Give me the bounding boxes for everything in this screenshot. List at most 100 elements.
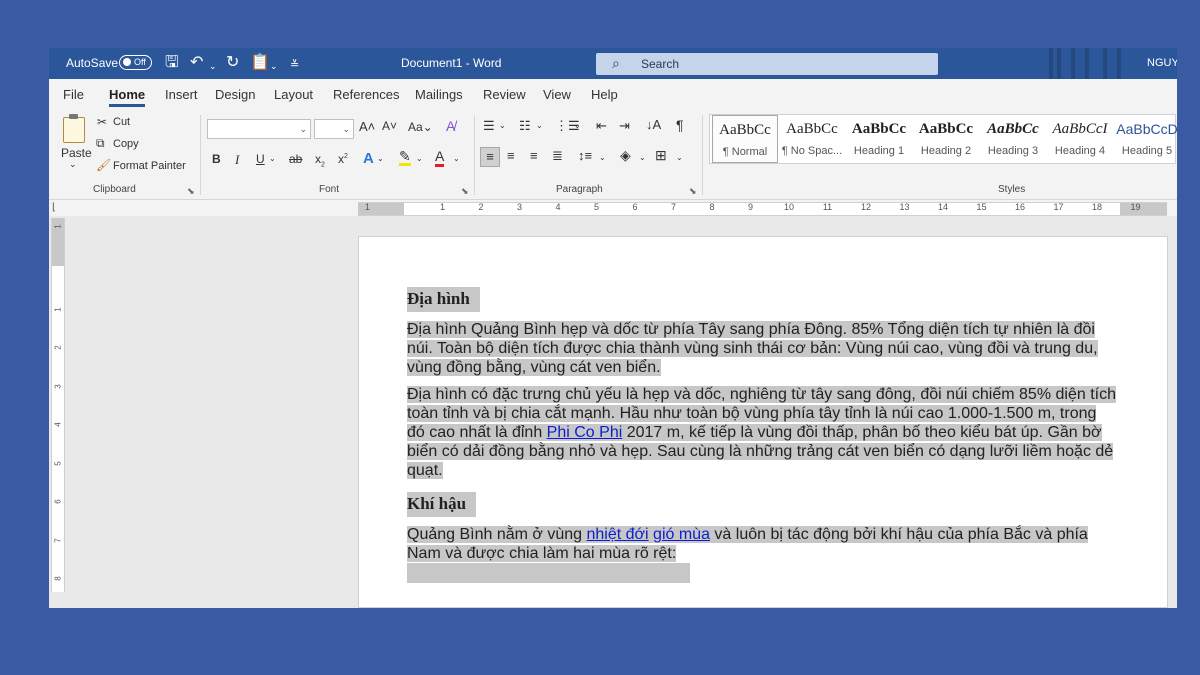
tab-insert[interactable]: Insert (165, 87, 198, 102)
clear-formatting-icon[interactable]: A̸ (446, 118, 455, 134)
heading-dia-hinh[interactable]: Địa hình (407, 287, 480, 312)
numbering-dropdown-icon[interactable]: ⌄ (536, 121, 543, 130)
paragraph-1[interactable]: Địa hình Quảng Bình hẹp và dốc từ phía T… (407, 321, 1098, 376)
paragraph-2[interactable]: Địa hình có đặc trưng chủ yếu là hẹp và … (407, 386, 1116, 479)
text-effects-icon[interactable]: A (363, 150, 374, 167)
copy-icon[interactable]: ⧉ (96, 136, 105, 151)
autosave-state: Off (134, 57, 146, 67)
clipboard-dropdown-icon[interactable]: ⌄ (270, 57, 278, 75)
tab-layout[interactable]: Layout (274, 87, 313, 102)
font-color-icon[interactable]: A (435, 149, 445, 167)
paste-icon[interactable] (63, 114, 85, 143)
superscript-icon[interactable]: x2 (338, 152, 348, 166)
line-spacing-icon[interactable]: ↕≡ (578, 148, 592, 163)
undo-dropdown-icon[interactable]: ⌄ (209, 57, 217, 75)
ruler-number: 1 (439, 202, 446, 212)
copy-button[interactable]: Copy (113, 138, 139, 150)
ruler-number: 16 (1014, 202, 1026, 212)
shading-icon[interactable]: ◈ (620, 147, 631, 164)
borders-icon[interactable]: ⊞ (655, 147, 667, 164)
tab-help[interactable]: Help (591, 87, 618, 102)
shading-dropdown-icon[interactable]: ⌄ (639, 153, 646, 162)
highlight-icon[interactable]: ✎ (399, 149, 411, 166)
underline-dropdown-icon[interactable]: ⌄ (269, 154, 276, 163)
font-size-combo[interactable]: ⌄ (314, 119, 354, 139)
link-gio-mua[interactable]: gió mùa (653, 526, 710, 543)
paste-dropdown-icon[interactable]: ⌄ (69, 159, 77, 170)
style-normal[interactable]: AaBbCc ¶ Normal (712, 115, 778, 163)
format-painter-button[interactable]: Format Painter (113, 160, 186, 172)
paste-button[interactable]: Paste (61, 146, 92, 160)
ruler-number: 15 (976, 202, 987, 212)
heading-khi-hau[interactable]: Khí hậu (407, 492, 477, 517)
page-content[interactable]: Địa hình Địa hình Quảng Bình hẹp và dốc … (407, 285, 1117, 596)
borders-dropdown-icon[interactable]: ⌄ (676, 153, 683, 162)
toggle-knob (123, 58, 131, 66)
user-name[interactable]: NGUY (1147, 57, 1177, 69)
save-icon[interactable]: 🖫 (165, 54, 179, 72)
show-formatting-icon[interactable]: ¶ (676, 117, 684, 133)
cut-button[interactable]: Cut (113, 116, 130, 128)
clipboard-dialog-icon[interactable]: ⬊ (187, 186, 195, 197)
bold-icon[interactable]: B (212, 152, 221, 166)
decrease-indent-icon[interactable]: ⇤ (596, 118, 607, 134)
format-painter-icon[interactable]: 🖌 (96, 158, 111, 172)
tab-mailings[interactable]: Mailings (415, 87, 463, 102)
sort-icon[interactable]: ↓A (646, 117, 661, 132)
style-no-spacing[interactable]: AaBbCc ¶ No Spac... (779, 115, 845, 163)
text-effects-dropdown-icon[interactable]: ⌄ (377, 154, 384, 163)
subscript-icon[interactable]: x2 (315, 152, 325, 168)
paragraph-dialog-icon[interactable]: ⬊ (689, 186, 697, 197)
tab-view[interactable]: View (543, 87, 571, 102)
search-box[interactable]: ⌕ Search (596, 53, 938, 75)
align-left-icon[interactable]: ≡ (480, 147, 500, 167)
link-phi-co-phi[interactable]: Phi Co Phi (547, 424, 623, 441)
underline-icon[interactable]: U (256, 152, 265, 166)
vertical-ruler[interactable]: 1 1 2 3 4 5 6 7 8 (51, 218, 65, 592)
change-case-icon[interactable]: Aa⌄ (408, 120, 433, 134)
tab-design[interactable]: Design (215, 87, 255, 102)
align-center-icon[interactable]: ≡ (507, 148, 515, 163)
selection-trailing-line (407, 563, 690, 583)
bullets-dropdown-icon[interactable]: ⌄ (499, 121, 506, 130)
font-color-dropdown-icon[interactable]: ⌄ (453, 154, 460, 163)
increase-indent-icon[interactable]: ⇥ (619, 118, 630, 134)
style-heading-3[interactable]: AaBbCc Heading 3 (980, 115, 1046, 163)
paragraph-3[interactable]: Quảng Bình nằm ở vùng nhiệt đới gió mùa … (407, 526, 1088, 562)
line-spacing-dropdown-icon[interactable]: ⌄ (599, 153, 606, 162)
bullets-icon[interactable]: ☰ (483, 118, 495, 134)
font-name-combo[interactable]: ⌄ (207, 119, 311, 139)
tab-file[interactable]: File (63, 87, 84, 102)
strikethrough-icon[interactable]: ab (289, 152, 302, 166)
tab-home[interactable]: Home (109, 87, 145, 102)
horizontal-ruler[interactable]: 1 1 2 3 4 5 6 7 8 9 10 11 12 13 14 15 16 17 18 19 (358, 202, 1167, 216)
link-nhiet-doi[interactable]: nhiệt đới (587, 526, 649, 543)
italic-icon[interactable]: I (235, 152, 239, 168)
ruler-number: 6 (53, 499, 63, 504)
document-area[interactable]: 1 1 2 3 4 5 6 7 8 Địa hình Địa hình Quảng Bình h… (49, 216, 1177, 608)
customize-toolbar-icon[interactable]: ≚ (290, 56, 299, 74)
justify-icon[interactable]: ≣ (552, 148, 563, 164)
title-bar: AutoSave Off 🖫 ↶ ⌄ ↻ 📋 ⌄ ≚ Document1 - W… (49, 48, 1177, 79)
style-heading-1[interactable]: AaBbCc Heading 1 (846, 115, 912, 163)
grow-font-icon[interactable]: A˄ (359, 119, 375, 134)
scissors-icon[interactable]: ✂ (97, 115, 107, 129)
style-heading-4[interactable]: AaBbCcI Heading 4 (1047, 115, 1113, 163)
tab-selector-icon[interactable]: ⌊ (52, 202, 56, 213)
autosave-toggle[interactable]: Off (119, 55, 152, 70)
redo-icon[interactable]: ↻ (226, 54, 239, 72)
multilevel-dropdown-icon[interactable]: ⌄ (574, 121, 581, 130)
highlight-dropdown-icon[interactable]: ⌄ (416, 154, 423, 163)
style-heading-5[interactable]: AaBbCcD Heading 5 (1114, 115, 1177, 163)
clipboard-icon[interactable]: 📋 (250, 54, 270, 72)
tab-references[interactable]: References (333, 87, 399, 102)
font-dialog-icon[interactable]: ⬊ (461, 186, 469, 197)
tab-review[interactable]: Review (483, 87, 526, 102)
shrink-font-icon[interactable]: A˅ (382, 119, 397, 133)
numbering-icon[interactable]: ☷ (519, 118, 531, 134)
document-page[interactable]: Địa hình Địa hình Quảng Bình hẹp và dốc … (358, 236, 1168, 608)
ruler-number: 18 (1091, 202, 1103, 212)
undo-icon[interactable]: ↶ (190, 54, 203, 72)
align-right-icon[interactable]: ≡ (530, 148, 538, 163)
style-heading-2[interactable]: AaBbCc Heading 2 (913, 115, 979, 163)
